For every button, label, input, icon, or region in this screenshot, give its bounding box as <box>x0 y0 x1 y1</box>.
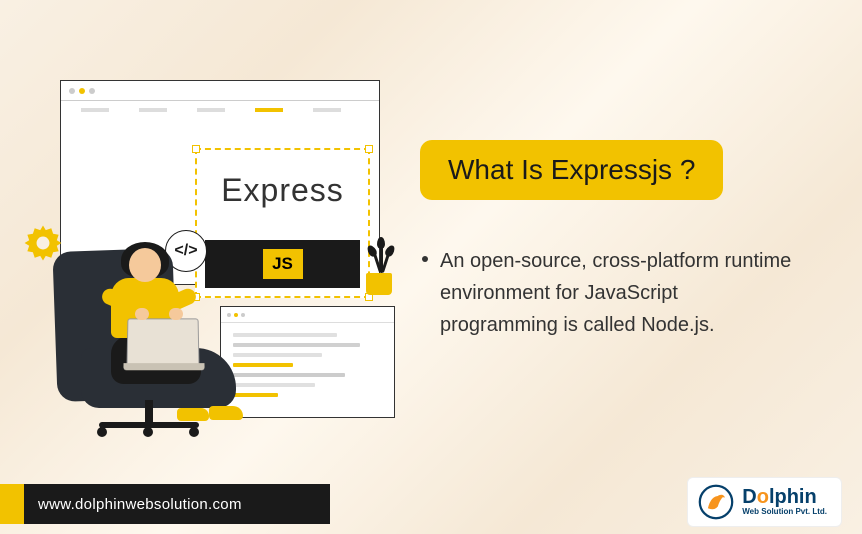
person-hand <box>135 308 149 320</box>
dolphin-logo-icon <box>698 484 734 520</box>
footer: www.dolphinwebsolution.com Dolphin Web S… <box>0 474 862 534</box>
nav-item-active <box>255 108 283 112</box>
company-logo: Dolphin Web Solution Pvt. Ltd. <box>687 477 842 527</box>
window-dot <box>69 88 75 94</box>
bullet-item: An open-source, cross-platform runtime e… <box>420 245 820 341</box>
bullet-text: An open-source, cross-platform runtime e… <box>440 245 800 341</box>
plant <box>360 239 398 295</box>
nav-item <box>81 108 109 112</box>
browser-nav <box>61 101 379 119</box>
resize-handle <box>365 145 373 153</box>
illustration: Express JS <box>20 60 410 420</box>
infographic-canvas: Express JS <box>0 0 862 534</box>
heading: What Is Expressjs ? <box>420 140 723 200</box>
laptop <box>127 318 200 364</box>
person-body <box>99 248 191 350</box>
window-dot <box>89 88 95 94</box>
person-head <box>129 248 161 282</box>
logo-text: Dolphin Web Solution Pvt. Ltd. <box>742 487 827 516</box>
nav-item <box>139 108 167 112</box>
express-label: Express <box>205 158 360 209</box>
plant-pot <box>366 273 392 295</box>
url-bar: www.dolphinwebsolution.com <box>0 484 330 524</box>
main-content: Express JS <box>0 0 862 480</box>
plant-leaf <box>377 237 385 249</box>
logo-tagline: Web Solution Pvt. Ltd. <box>742 508 827 516</box>
bullet-dot-icon <box>422 256 428 262</box>
browser-titlebar <box>61 81 379 101</box>
nav-item <box>197 108 225 112</box>
js-badge: JS <box>263 249 303 279</box>
person-hand <box>169 308 183 320</box>
resize-handle <box>192 145 200 153</box>
chair-wheel <box>97 427 107 437</box>
person-shoe <box>177 408 209 421</box>
text-content: What Is Expressjs ? An open-source, cros… <box>420 140 820 341</box>
person-illustration <box>55 230 255 450</box>
person-shoe <box>209 406 243 420</box>
chair-leg <box>145 400 153 424</box>
chair-wheel <box>143 427 153 437</box>
logo-name: Dolphin <box>742 487 827 508</box>
window-dot <box>79 88 85 94</box>
url-text: www.dolphinwebsolution.com <box>24 496 242 513</box>
url-accent <box>0 484 24 524</box>
chair-wheel <box>189 427 199 437</box>
nav-item <box>313 108 341 112</box>
